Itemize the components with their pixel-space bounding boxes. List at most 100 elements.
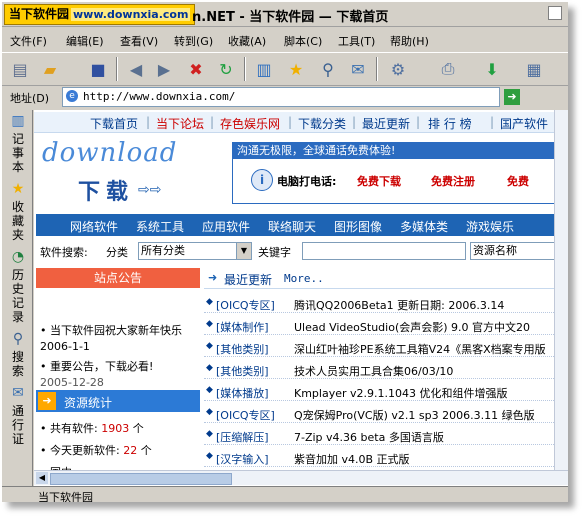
banner-free-download[interactable]: 免费下载 [357,173,401,189]
sidebar-item-favorites[interactable]: ★ 收藏夹 [8,180,28,242]
menu-script[interactable]: 脚本(C) [284,33,322,49]
nav-ranking[interactable]: 排 行 榜 [428,115,472,132]
menu-edit[interactable]: 编辑(E) [66,33,104,49]
list-item[interactable]: ◆ [OICQ专区] 腾讯QQ2006Beta1 更新日期: 2006.3.14 [204,294,568,313]
nav-entertainment[interactable]: 存色娱乐网 [220,115,280,132]
info-icon: i [251,169,273,191]
logo-url: www.downxia.com [71,8,191,21]
menu-tools[interactable]: 工具(T) [338,33,375,49]
sidebar-label: 通行证 [11,404,24,446]
address-input[interactable]: e http://www.downxia.com/ [62,87,500,107]
sidebar-item-passport[interactable]: ✉ 通行证 [8,384,28,446]
stats-today: • 今天更新软件: 22 个 [40,444,152,457]
more-tools-icon[interactable]: ▦ [522,57,546,81]
address-url: http://www.downxia.com/ [83,90,236,103]
list-item[interactable]: ◆ [其他类别] 技术人员实用工具合集06/03/10 [204,360,568,379]
address-label: 地址(D) [10,92,50,105]
category-network[interactable]: 网络软件 [70,218,118,235]
category-bar: 网络软件 系统工具 应用软件 联络聊天 图形图像 多媒体类 游戏娱乐 [36,214,568,236]
list-item[interactable]: ◆ [其他类别] 深山红叶袖珍PE系统工具箱V24《黑客X档案专用版 [204,338,568,357]
stop-icon[interactable]: ✖ [184,57,208,81]
arrow-right-icon: ➜ [38,392,56,410]
banner-headline: 沟通无极限，全球通话免费体验! [233,143,568,159]
vertical-scrollbar[interactable] [554,110,568,470]
menu-goto[interactable]: 转到(G) [174,33,213,49]
sidebar-label: 搜索 [11,350,24,378]
notice-item[interactable]: • 当下软件园祝大家新年快乐 [40,322,182,338]
nav-home[interactable]: 下载首页 [90,115,138,132]
horizontal-scrollbar[interactable]: ◀ [34,470,568,485]
category-games[interactable]: 游戏娱乐 [466,218,514,235]
page-content: 下载首页 | 当下论坛 | 存色娱乐网 | 下载分类 | 最近更新 | 排 行 … [34,110,568,490]
menu-help[interactable]: 帮助(H) [390,33,429,49]
banner-free-register[interactable]: 免费注册 [431,173,475,189]
stats-title: 资源统计 [64,396,113,410]
forward-icon[interactable]: ▶ [152,57,176,81]
sidebar-item-history[interactable]: ◔ 历史记录 [8,248,28,324]
right-column: ➜ 最近更新 More.. ◆ [OICQ专区] 腾讯QQ2006Beta1 更新日… [204,268,568,490]
brand-logo[interactable]: download 下载 ⇨⇨ [42,138,230,210]
category-graphics[interactable]: 图形图像 [334,218,382,235]
announcement-title: 站点公告 [36,268,200,288]
mail-icon[interactable]: ✉ [346,57,370,81]
logo-text: 当下软件园 [9,7,70,21]
window-control-button[interactable] [548,6,562,20]
ad-banner[interactable]: 沟通无极限，全球通话免费体验! i 电脑打电话: 免费下载 免费注册 免费 [232,142,568,204]
save-icon[interactable]: ■ [86,57,110,81]
window-title: n.NET - 当下软件园 — 下载首页 [192,10,389,25]
stats-header: ➜ 资源统计 [36,390,200,412]
scroll-thumb[interactable] [50,473,232,485]
list-item[interactable]: ◆ [OICQ专区] Q宠保姆Pro(VC版) v2.1 sp3 2006.3.11… [204,404,568,423]
category-select[interactable]: 所有分类 ▼ [138,242,252,260]
ie-page-icon: e [66,90,78,102]
menu-view[interactable]: 查看(V) [120,33,158,49]
settings-icon[interactable]: ⚙ [386,57,410,81]
more-link[interactable]: More.. [284,272,324,285]
field-select-value: 资源名称 [473,244,517,257]
nav-forum[interactable]: 当下论坛 [156,115,204,132]
category-system[interactable]: 系统工具 [136,218,184,235]
list-item[interactable]: ◆ [媒体播放] Kmplayer v2.9.1.1043 优化和组件增强版 [204,382,568,401]
list-item[interactable]: ◆ [媒体制作] Ulead VideoStudio(会声会影) 9.0 官方中文2… [204,316,568,335]
list-item[interactable]: ◆ [汉字输入] 紫音加加 v4.0B 正式版 [204,448,568,467]
menu-favorites[interactable]: 收藏(A) [228,33,266,49]
nav-domestic[interactable]: 国产软件 [500,115,548,132]
download-arrow-icon[interactable]: ⬇ [480,57,504,81]
notice-date: 2006-1-1 [40,340,90,353]
star-icon: ★ [11,181,25,197]
sidebar-label: 历史记录 [11,268,24,324]
keyword-input[interactable] [302,242,466,260]
go-arrow-icon[interactable]: ➜ [504,89,520,105]
back-icon[interactable]: ◀ [124,57,148,81]
menu-file[interactable]: 文件(F) [10,33,47,49]
search-label: 软件搜索: [40,246,88,259]
category-chat[interactable]: 联络聊天 [268,218,316,235]
scroll-left-icon[interactable]: ◀ [36,472,48,484]
print-icon[interactable]: ⎙ [436,57,460,81]
category-apps[interactable]: 应用软件 [202,218,250,235]
search-tool-icon[interactable]: ⚲ [316,57,340,81]
sidebar-item-search[interactable]: ⚲ 搜索 [8,330,28,378]
sidebar-item-notepad[interactable]: ▥ 记事本 [8,112,28,174]
banner-label: 电脑打电话: [277,175,337,188]
category-select-value: 所有分类 [141,244,185,257]
nav-recent[interactable]: 最近更新 [362,115,410,132]
list-item[interactable]: ◆ [压缩解压] 7-Zip v4.36 beta 多国语言版 [204,426,568,445]
notepad-tool-icon[interactable]: ▥ [252,57,276,81]
status-bar: 当下软件园 [2,486,568,502]
nav-categories[interactable]: 下载分类 [298,115,346,132]
favorites-star-icon[interactable]: ★ [284,57,308,81]
sidebar: ▥ 记事本 ★ 收藏夹 ◔ 历史记录 ⚲ 搜索 ✉ 通行证 [2,110,33,502]
recent-title: 最近更新 [224,273,273,287]
open-folder-icon[interactable]: ▰ [38,57,62,81]
title-bar: 当下软件园 www.downxia.com n.NET - 当下软件园 — 下载首… [2,2,568,27]
keyword-label: 关键字 [258,246,291,259]
notepad-icon: ▥ [11,113,25,129]
arrow-decoration-icon: ⇨⇨ [138,182,162,198]
category-media[interactable]: 多媒体类 [400,218,448,235]
notice-item[interactable]: • 重要公告，下载必看! [40,358,153,374]
sidebar-label: 收藏夹 [11,200,24,242]
new-page-icon[interactable]: ▤ [8,57,32,81]
banner-free-more[interactable]: 免费 [507,173,529,189]
refresh-icon[interactable]: ↻ [214,57,238,81]
